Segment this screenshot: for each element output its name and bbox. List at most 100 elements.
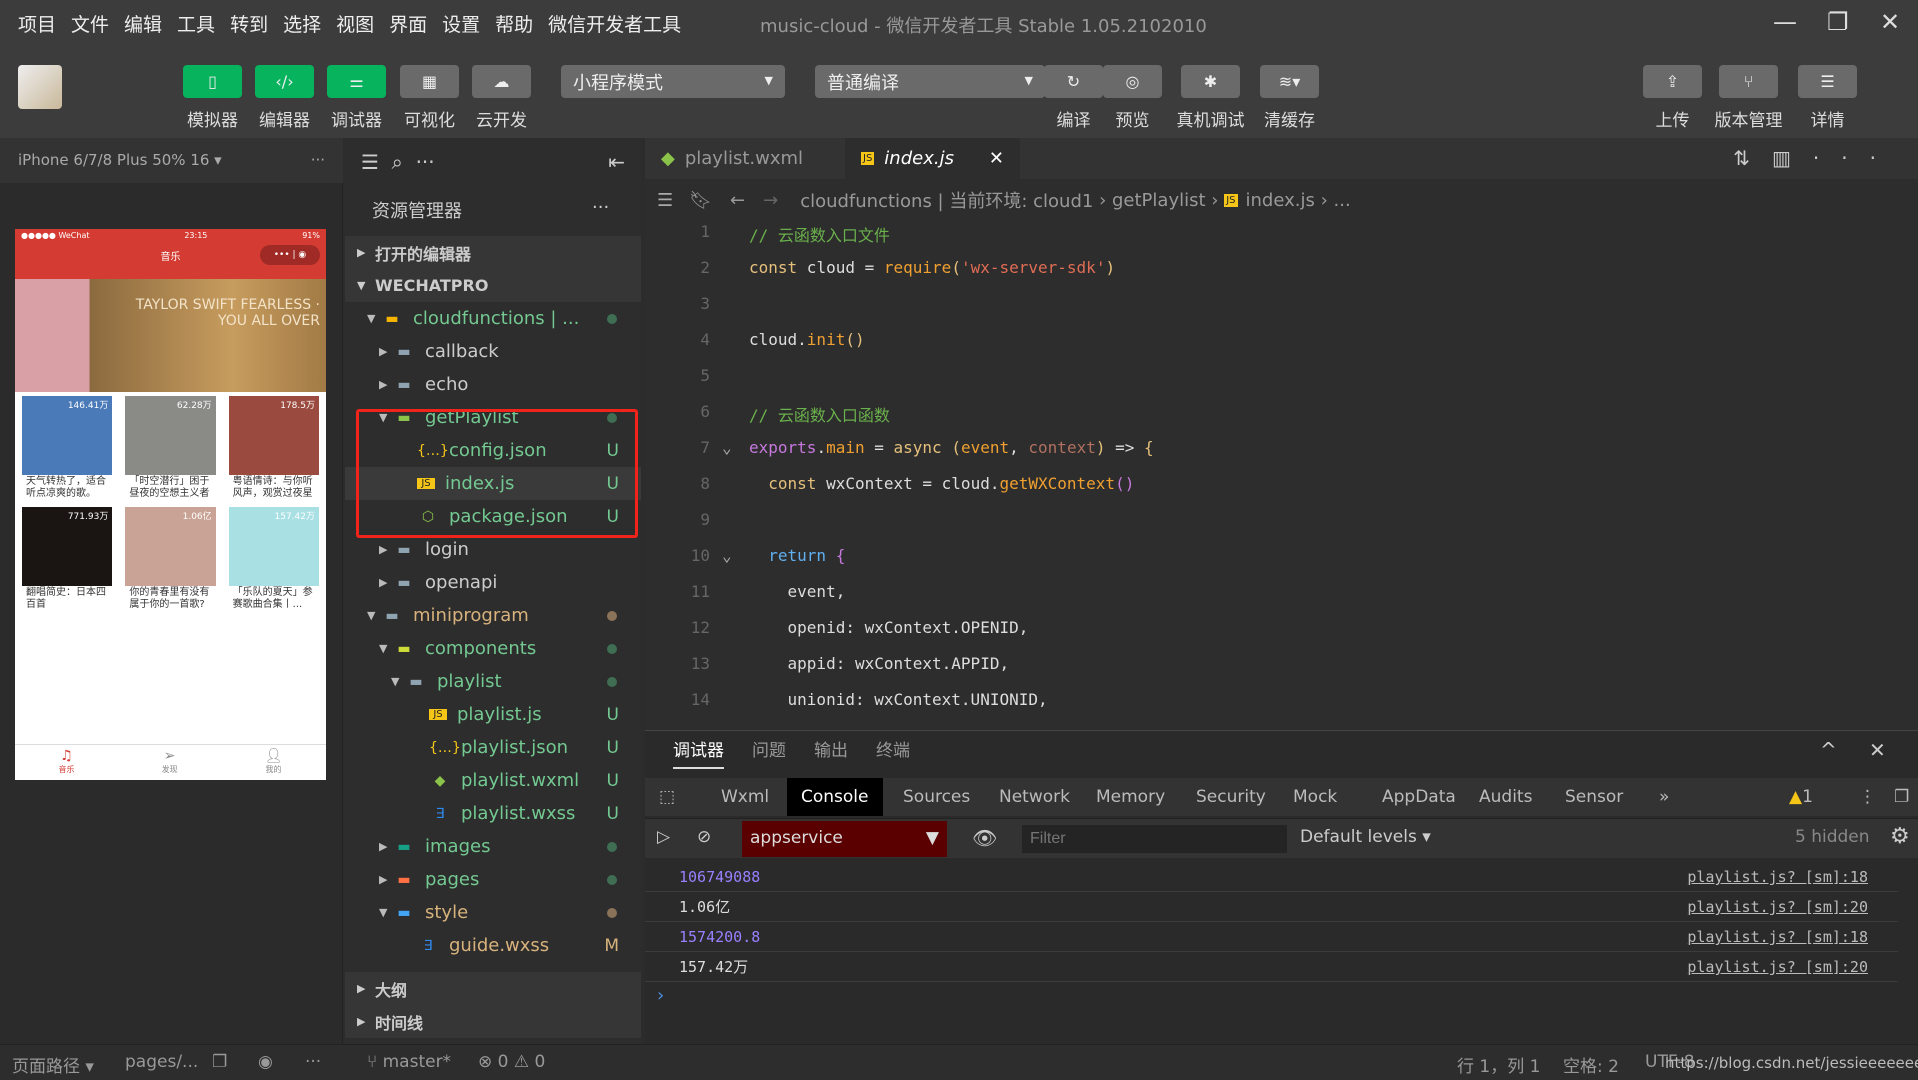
banner-swiper[interactable]: TAYLOR SWIFT FEARLESS · YOU ALL OVER <box>15 279 326 392</box>
tree-folder[interactable]: ▼ ▬ miniprogram <box>345 599 641 632</box>
capsule-button[interactable]: ••• | ◉ <box>260 245 320 265</box>
tab-playlist-wxml[interactable]: ◆ playlist.wxml <box>645 138 845 179</box>
device-select[interactable]: iPhone 6/7/8 Plus 50% 16 ▾ ··· <box>0 138 343 183</box>
upload-button[interactable]: ⇪ <box>1643 65 1702 98</box>
copy-icon[interactable]: ❐ <box>212 1052 227 1072</box>
outline-icon[interactable]: ☰ <box>657 190 673 211</box>
panel-close-icon[interactable]: ✕ <box>1869 738 1886 762</box>
fold-chevron-icon[interactable]: ⌄ <box>722 438 732 457</box>
code-line[interactable]: const cloud = require('wx-server-sdk') <box>749 258 1115 277</box>
tree-folder[interactable]: ▼ ▬ style <box>345 896 641 929</box>
devtools-tab[interactable]: Sources <box>889 778 984 816</box>
back-icon[interactable]: ← <box>730 190 745 211</box>
settings-gear-icon[interactable]: ⚙ <box>1890 824 1910 849</box>
devtools-tab[interactable]: Sensor <box>1551 778 1637 816</box>
tree-folder[interactable]: ▼ ▬ components <box>345 632 641 665</box>
playlist-card[interactable]: 62.28万 「时空潜行」困于昼夜的空想主义者 <box>125 396 216 501</box>
code-line[interactable]: openid: wxContext.OPENID, <box>749 618 1029 637</box>
console-prompt[interactable]: › <box>657 985 664 1006</box>
bug-button[interactable]: ✱ <box>1181 65 1240 98</box>
code-line[interactable]: appid: wxContext.APPID, <box>749 654 1010 673</box>
cursor-position[interactable]: 行 1，列 1 <box>1457 1052 1540 1077</box>
menu-item[interactable]: 项目 <box>18 10 56 37</box>
devtools-tab[interactable]: Security <box>1182 778 1280 816</box>
code-line[interactable]: const wxContext = cloud.getWXContext() <box>749 474 1134 493</box>
devtools-tab[interactable]: Memory <box>1082 778 1179 816</box>
code-line[interactable]: unionid: wxContext.UNIONID, <box>749 690 1048 709</box>
code-line[interactable]: cloud.init() <box>749 330 865 349</box>
layers-button[interactable]: ≋▾ <box>1260 65 1319 98</box>
tree-file[interactable]: ∃ playlist.wxss U <box>345 797 641 830</box>
refresh-button[interactable]: ↻ <box>1044 65 1103 98</box>
fold-chevron-icon[interactable]: ⌄ <box>722 546 732 565</box>
menu-item[interactable]: 设置 <box>442 10 480 37</box>
menu-item[interactable]: 微信开发者工具 <box>548 10 681 37</box>
mode-select[interactable]: 小程序模式 ▼ <box>561 65 785 98</box>
tab-index-js[interactable]: JS index.js ✕ <box>845 138 1020 179</box>
cloud-button[interactable]: ☁ <box>472 65 531 98</box>
tree-folder[interactable]: ▶ ▬ callback <box>345 335 641 368</box>
page-path[interactable]: pages/... <box>125 1052 198 1072</box>
warning-count[interactable]: ▲1 <box>1775 778 1827 816</box>
avatar[interactable] <box>18 65 62 109</box>
compile-select[interactable]: 普通编译 ▼ <box>815 65 1045 98</box>
menu-item[interactable]: 视图 <box>336 10 374 37</box>
layout-button[interactable]: ▦ <box>400 65 459 98</box>
devtools-tab[interactable]: AppData <box>1368 778 1470 816</box>
context-select[interactable]: appservice ▼ <box>742 821 947 857</box>
tree-folder[interactable]: ▼ ▬ playlist <box>345 665 641 698</box>
close-window-icon[interactable]: ✕ <box>1880 8 1900 36</box>
page-path-select[interactable]: 页面路径 ▾ <box>12 1052 94 1077</box>
code-line[interactable]: // 云函数入口函数 <box>749 402 890 426</box>
devtools-tab[interactable]: Mock <box>1279 778 1351 816</box>
more-icon[interactable]: ··· <box>305 1052 321 1072</box>
live-expression-icon[interactable]: 👁︎ <box>972 826 997 850</box>
tree-folder[interactable]: ▼ ▬ cloudfunctions | ... <box>345 302 641 335</box>
menu-item[interactable]: 帮助 <box>495 10 533 37</box>
phone-preview[interactable]: ●●●●● WeChat 23:15 91% 音乐 ••• | ◉ TAYLOR S… <box>15 229 326 780</box>
playlist-card[interactable]: 771.93万 翻唱简史：日本四百首 <box>22 507 113 612</box>
code-line[interactable]: // 云函数入口文件 <box>749 222 890 246</box>
indent-spaces[interactable]: 空格: 2 <box>1563 1052 1619 1077</box>
search-icon[interactable]: ⌕ <box>392 150 403 174</box>
more-icon[interactable]: ··· <box>416 150 435 174</box>
menu-item[interactable]: 转到 <box>230 10 268 37</box>
tree-file[interactable]: ◆ playlist.wxml U <box>345 764 641 797</box>
code-line[interactable]: exports.main = async (event, context) =>… <box>749 438 1154 457</box>
minimize-icon[interactable]: — <box>1773 8 1797 36</box>
editor-actions[interactable]: ⇅▥··· <box>1733 146 1898 170</box>
devtools-tab[interactable]: Network <box>985 778 1084 816</box>
phone-button[interactable]: ▯ <box>183 65 242 98</box>
menu-item[interactable]: 文件 <box>71 10 109 37</box>
menu-item[interactable]: 界面 <box>389 10 427 37</box>
undock-icon[interactable]: ❐ <box>1880 778 1918 816</box>
code-line[interactable]: return { <box>749 546 845 565</box>
menu-item[interactable]: 选择 <box>283 10 321 37</box>
playlist-card[interactable]: 178.5万 粤语情诗：与你听风声，观赏过夜星 <box>228 396 319 501</box>
bookmark-icon[interactable]: 🔖︎ <box>689 190 712 211</box>
forward-icon[interactable]: → <box>763 190 778 211</box>
menu-item[interactable]: 编辑 <box>124 10 162 37</box>
section-open-editors[interactable]: ▶ 打开的编辑器 <box>345 236 641 269</box>
log-source-link[interactable]: playlist.js? [sm]:20 <box>1687 892 1868 922</box>
tree-file[interactable]: JS playlist.js U <box>345 698 641 731</box>
panel-tab[interactable]: 问题 <box>752 736 786 769</box>
close-tab-icon[interactable]: ✕ <box>989 148 1004 169</box>
section-outline[interactable]: ▶ 大纲 <box>345 972 641 1005</box>
branch-button[interactable]: ⑂ <box>1719 65 1778 98</box>
panel-collapse-icon[interactable]: ^ <box>1820 738 1837 762</box>
code-line[interactable]: event, <box>749 582 846 601</box>
list-icon[interactable]: ☰ <box>361 150 379 174</box>
inspect-icon[interactable]: ⬚ <box>645 778 689 816</box>
log-source-link[interactable]: playlist.js? [sm]:20 <box>1687 952 1868 982</box>
sidebar-toggle-icon[interactable]: ▷ <box>657 827 670 847</box>
eye-icon[interactable]: ◉ <box>258 1052 273 1072</box>
menu-button[interactable]: ☰ <box>1798 65 1857 98</box>
clear-console-icon[interactable]: ⊘ <box>697 827 711 847</box>
debug-sliders-button[interactable]: ⚌ <box>327 65 386 98</box>
playlist-card[interactable]: 1.06亿 你的青春里有没有属于你的一首歌? <box>125 507 216 612</box>
devtools-tab[interactable]: Wxml <box>707 778 783 816</box>
tree-folder[interactable]: ▶ ▬ echo <box>345 368 641 401</box>
section-timeline[interactable]: ▶ 时间线 <box>345 1005 641 1038</box>
tree-folder[interactable]: ▶ ▬ images <box>345 830 641 863</box>
